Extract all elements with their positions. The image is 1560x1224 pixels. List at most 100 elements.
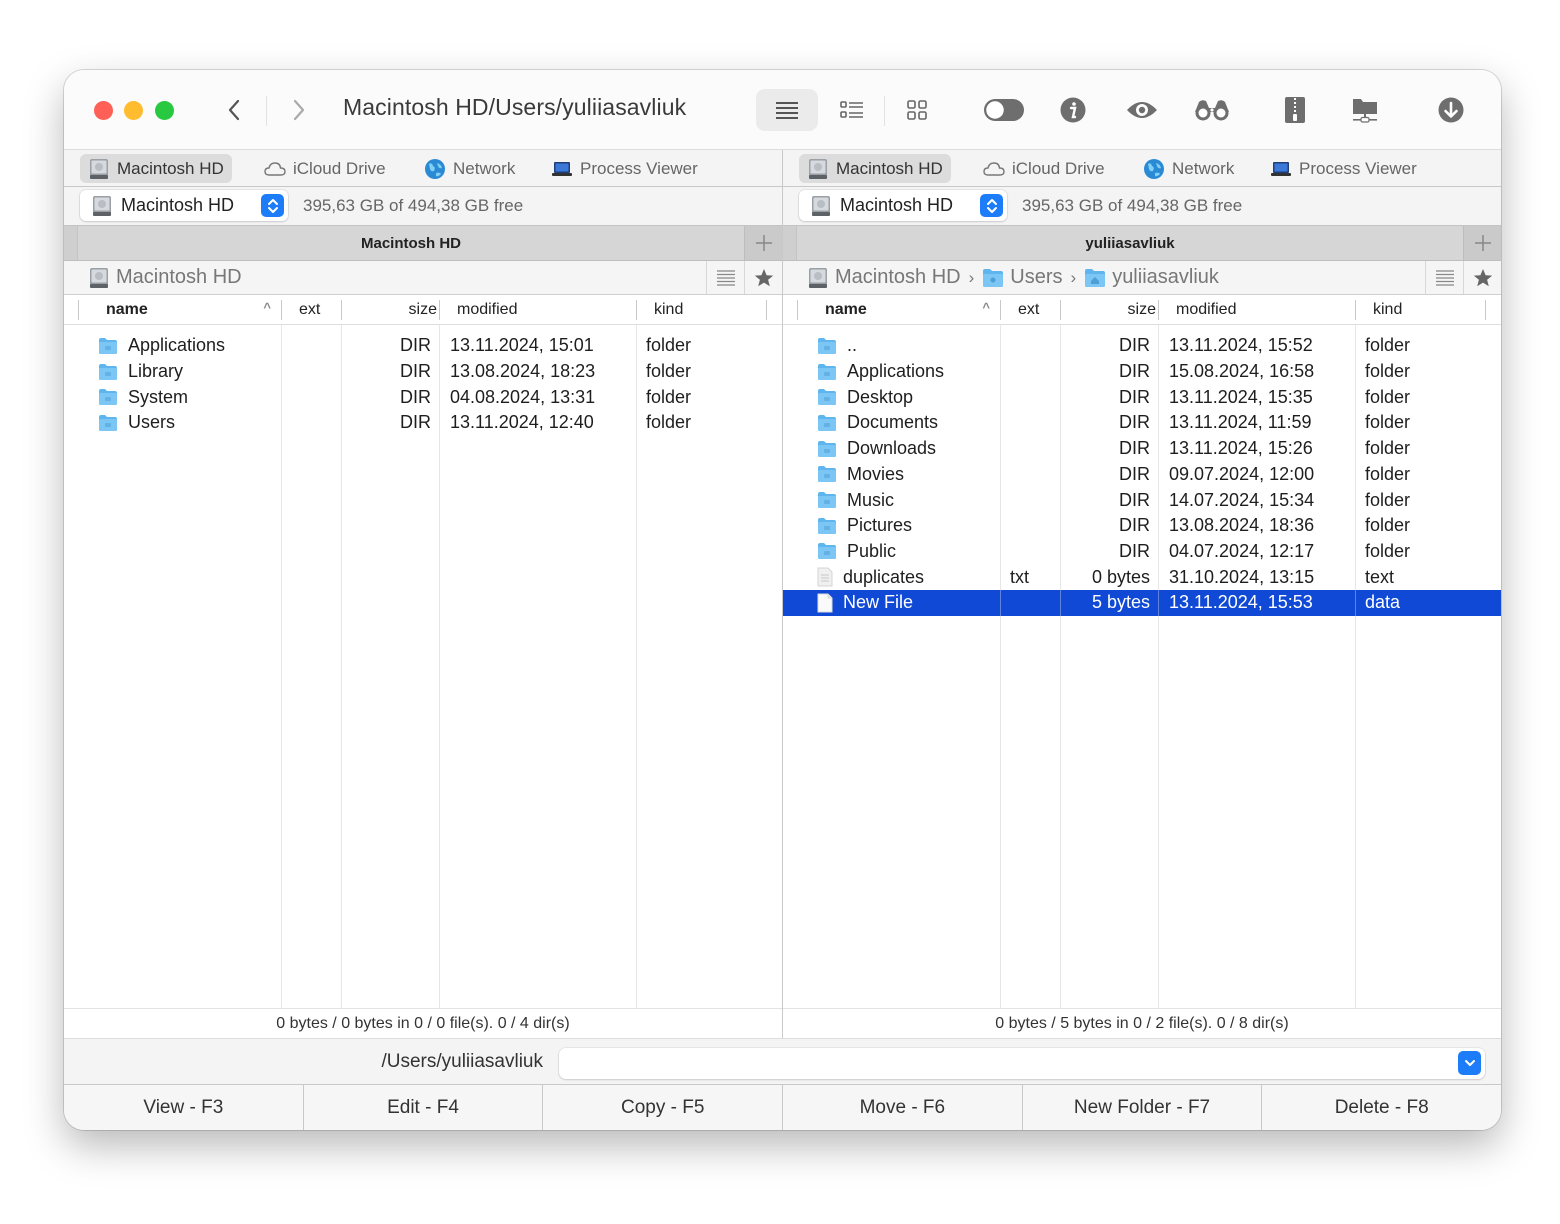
archive-button[interactable] <box>1273 90 1317 130</box>
history-list-button[interactable] <box>706 261 744 294</box>
file-row[interactable]: Movies DIR 09.07.2024, 12:00 folder <box>783 462 1501 488</box>
drive-tab-process-viewer[interactable]: Process Viewer <box>1262 154 1425 183</box>
column-modified-header[interactable]: modified <box>439 295 636 324</box>
thumbnails-view-button[interactable] <box>895 90 939 130</box>
file-row[interactable]: .. DIR 13.11.2024, 15:52 folder <box>783 333 1501 359</box>
minimize-window-button[interactable] <box>124 101 143 120</box>
toggle-hidden-files-button[interactable] <box>982 90 1026 130</box>
close-window-button[interactable] <box>94 101 113 120</box>
column-label: ext <box>1018 300 1040 318</box>
file-row[interactable]: Pictures DIR 13.08.2024, 18:36 folder <box>783 513 1501 539</box>
file-kind: folder <box>1365 438 1411 459</box>
column-name-header[interactable]: name ^ <box>78 295 281 324</box>
download-button[interactable] <box>1429 90 1473 130</box>
maximize-window-button[interactable] <box>155 101 174 120</box>
file-row[interactable]: Library DIR 13.08.2024, 18:23 folder <box>64 359 782 385</box>
favorites-button[interactable] <box>744 261 782 294</box>
file-list[interactable]: .. DIR 13.11.2024, 15:52 folder Applications… <box>783 325 1501 1008</box>
file-row[interactable]: Desktop DIR 13.11.2024, 15:35 folder <box>783 384 1501 410</box>
favorites-button[interactable] <box>1463 261 1501 294</box>
breadcrumb-bar: Macintosh HD › Users › yuliiasavliuk <box>783 261 1501 295</box>
command-line-path: /Users/yuliiasavliuk <box>381 1051 543 1072</box>
delete-f8-button[interactable]: Delete - F8 <box>1262 1085 1501 1130</box>
download-icon <box>1438 97 1464 123</box>
search-files-button[interactable] <box>1190 90 1234 130</box>
file-list[interactable]: Applications DIR 13.11.2024, 15:01 folder Li… <box>64 325 782 1008</box>
column-kind-header[interactable]: kind <box>1355 295 1485 324</box>
drive-tab-macintosh-hd[interactable]: Macintosh HD <box>799 154 951 183</box>
drive-tab-network[interactable]: Network <box>1135 154 1242 183</box>
binoculars-search-icon <box>1195 100 1229 121</box>
new-folder-f7-button[interactable]: New Folder - F7 <box>1022 1085 1263 1130</box>
forward-button[interactable] <box>284 92 314 128</box>
file-row[interactable]: System DIR 04.08.2024, 13:31 folder <box>64 384 782 410</box>
drive-tab-label: Macintosh HD <box>117 158 224 178</box>
edit-f4-button[interactable]: Edit - F4 <box>303 1085 544 1130</box>
file-row[interactable]: Applications DIR 13.11.2024, 15:01 folder <box>64 333 782 359</box>
file-row[interactable]: New File 5 bytes 13.11.2024, 15:53 data <box>783 590 1501 616</box>
file-name: Users <box>128 412 176 433</box>
file-row[interactable]: duplicates txt 0 bytes 31.10.2024, 13:15 tex… <box>783 564 1501 590</box>
breadcrumb-item[interactable]: Macintosh HD <box>835 266 961 289</box>
drive-tab-macintosh-hd[interactable]: Macintosh HD <box>80 154 232 183</box>
breadcrumb-item[interactable]: Users <box>1010 266 1062 289</box>
column-name-header[interactable]: name ^ <box>797 295 1000 324</box>
drive-tab-icloud-drive[interactable]: iCloud Drive <box>256 154 394 183</box>
file-row[interactable]: Documents DIR 13.11.2024, 11:59 folder <box>783 410 1501 436</box>
volume-selector[interactable]: Macintosh HD <box>799 190 1007 221</box>
column-divider <box>1355 590 1356 616</box>
file-row[interactable]: Public DIR 04.07.2024, 12:17 folder <box>783 539 1501 565</box>
column-kind-header[interactable]: kind <box>636 295 766 324</box>
column-size-header[interactable]: size <box>1060 295 1158 324</box>
column-size-header[interactable]: size <box>341 295 439 324</box>
command-line-input[interactable] <box>559 1048 1485 1079</box>
home-folder-icon <box>1084 268 1106 288</box>
column-ext-header[interactable]: ext <box>281 295 341 324</box>
back-button[interactable] <box>219 92 249 128</box>
folder-icon <box>817 414 837 432</box>
file-size: DIR <box>1119 515 1150 536</box>
file-row[interactable]: Music DIR 14.07.2024, 15:34 folder <box>783 487 1501 513</box>
view-f3-button[interactable]: View - F3 <box>64 1085 304 1130</box>
brief-view-button[interactable] <box>756 89 818 131</box>
volume-stepper[interactable] <box>261 194 284 217</box>
command-history-dropdown[interactable] <box>1458 1051 1481 1075</box>
file-row[interactable]: Users DIR 13.11.2024, 12:40 folder <box>64 410 782 436</box>
history-list-button[interactable] <box>1425 261 1463 294</box>
file-row[interactable]: Downloads DIR 13.11.2024, 15:26 folder <box>783 436 1501 462</box>
move-f6-button[interactable]: Move - F6 <box>783 1085 1023 1130</box>
column-end <box>1485 295 1501 324</box>
new-tab-button[interactable] <box>744 226 782 260</box>
detailed-view-button[interactable] <box>830 90 874 130</box>
drive-tab-process-viewer[interactable]: Process Viewer <box>543 154 706 183</box>
copy-f5-button[interactable]: Copy - F5 <box>543 1085 784 1130</box>
cloud-icon <box>983 161 1005 177</box>
pane-tab-macintosh-hd[interactable]: Macintosh HD <box>78 226 744 260</box>
file-modified: 13.11.2024, 15:53 <box>1169 592 1313 613</box>
drive-tab-icloud-drive[interactable]: iCloud Drive <box>975 154 1113 183</box>
pane-tab-yuliiasavliuk[interactable]: yuliiasavliuk <box>797 226 1463 260</box>
breadcrumb-item[interactable]: yuliiasavliuk <box>1112 266 1219 289</box>
quick-look-icon <box>1127 102 1157 118</box>
folder-icon <box>817 517 837 535</box>
title-bar: Macintosh HD/Users/yuliiasavliuk <box>64 70 1501 150</box>
folder-icon <box>817 440 837 458</box>
get-info-button[interactable] <box>1051 90 1095 130</box>
file-size: DIR <box>1119 335 1150 356</box>
volume-stepper[interactable] <box>980 194 1003 217</box>
star-icon <box>1473 268 1492 286</box>
connect-network-button[interactable] <box>1343 90 1387 130</box>
column-ext-header[interactable]: ext <box>1000 295 1060 324</box>
breadcrumb-item[interactable]: Macintosh HD <box>116 266 242 289</box>
quick-look-button[interactable] <box>1120 90 1164 130</box>
new-tab-button[interactable] <box>1463 226 1501 260</box>
drive-tab-label: Process Viewer <box>580 158 698 178</box>
column-modified-header[interactable]: modified <box>1158 295 1355 324</box>
volume-selector[interactable]: Macintosh HD <box>80 190 288 221</box>
file-name-cell: Public <box>817 539 997 565</box>
drive-tab-network[interactable]: Network <box>416 154 523 183</box>
file-row[interactable]: Applications DIR 15.08.2024, 16:58 folder <box>783 359 1501 385</box>
file-modified: 13.11.2024, 12:40 <box>450 412 594 433</box>
column-divider <box>1158 590 1159 616</box>
file-kind: folder <box>1365 412 1411 433</box>
